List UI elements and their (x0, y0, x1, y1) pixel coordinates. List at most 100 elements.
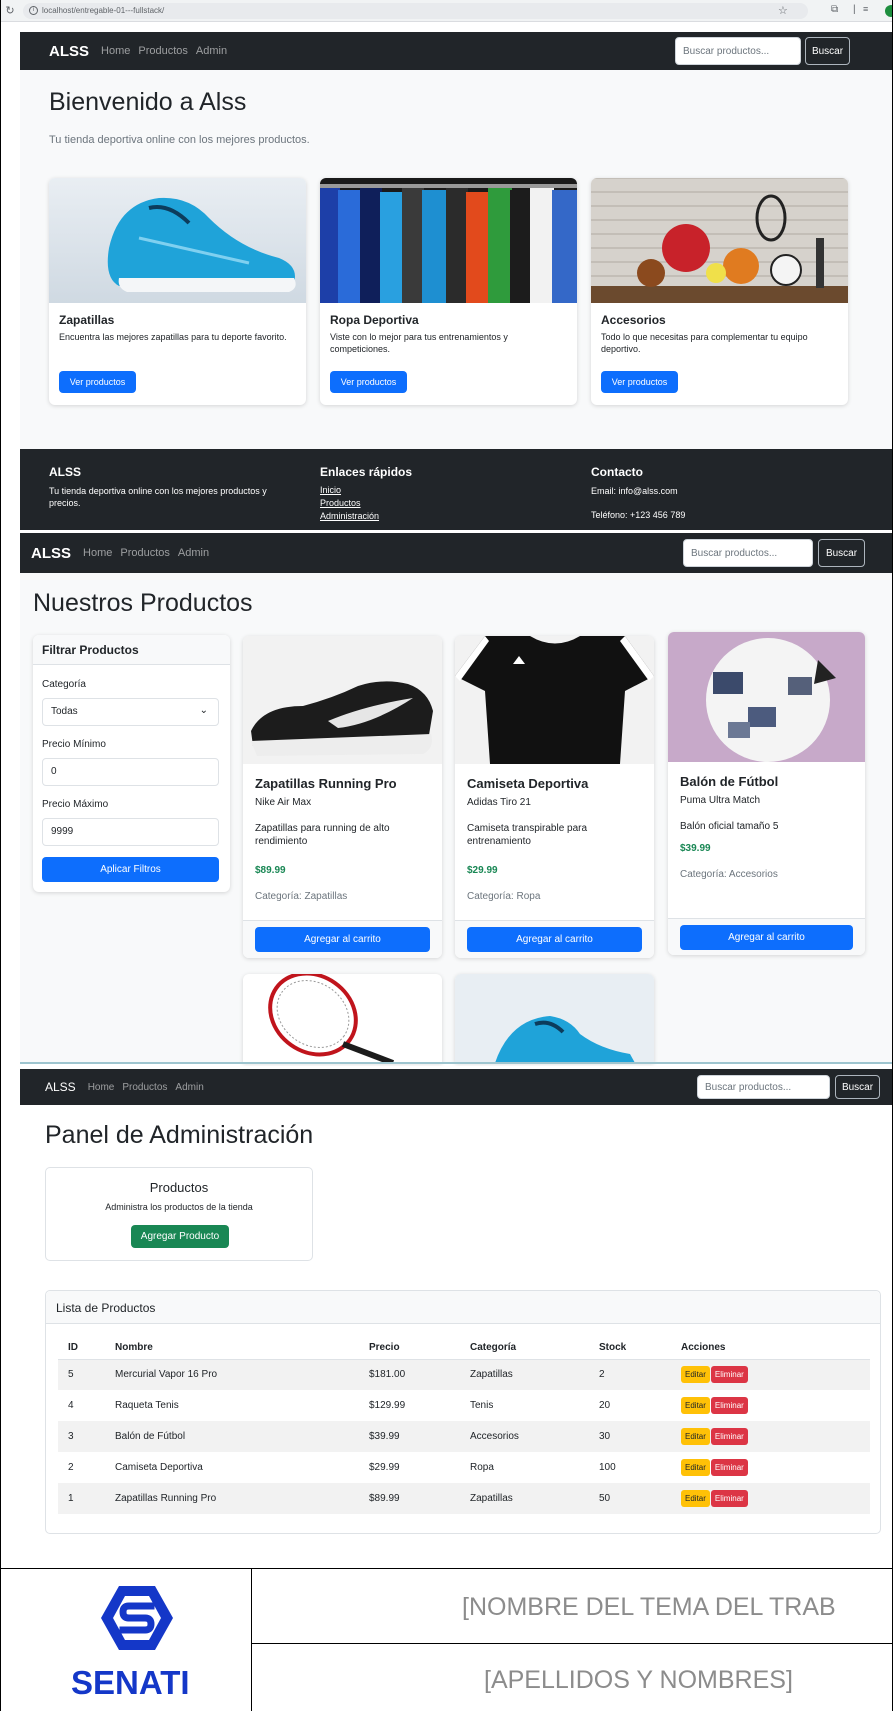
footer-link-administracion[interactable]: Administración (320, 511, 379, 521)
category-label: Categoría (42, 679, 86, 690)
profile-avatar[interactable] (885, 5, 892, 17)
table-row: 3 Balón de Fútbol $39.99 Accesorios 30 E… (58, 1421, 870, 1452)
nav-link-admin[interactable]: Admin (178, 547, 209, 559)
nav-link-productos[interactable]: Productos (138, 45, 188, 57)
product-card: Camiseta Deportiva Adidas Tiro 21 Camise… (455, 636, 654, 958)
navbar-brand[interactable]: ALSS (49, 43, 89, 60)
delete-button[interactable]: Eliminar (710, 1397, 748, 1414)
add-to-cart-button[interactable]: Agregar al carrito (680, 925, 853, 950)
card-text: Todo lo que necesitas para complementar … (601, 332, 808, 354)
edit-button[interactable]: Editar (681, 1397, 710, 1414)
section-divider (20, 1062, 892, 1064)
cell-precio: $181.00 (359, 1359, 460, 1390)
apply-filters-button[interactable]: Aplicar Filtros (42, 857, 219, 882)
table-row: 4 Raqueta Tenis $129.99 Tenis 20 Editar E… (58, 1390, 870, 1421)
sports-gear-image (591, 178, 848, 303)
ver-productos-button[interactable]: Ver productos (330, 371, 407, 393)
cell-nombre: Camiseta Deportiva (115, 1462, 203, 1473)
filter-panel: Filtrar Productos Categoría Todas ⌄ Prec… (33, 635, 230, 892)
cell-acciones: Editar Eliminar (671, 1421, 870, 1452)
max-price-input[interactable]: 9999 (42, 818, 219, 846)
search-input[interactable]: Buscar productos... (675, 37, 801, 65)
col-nombre: Nombre (105, 1337, 359, 1360)
cell-stock: 30 (589, 1421, 671, 1452)
clothing-rack-image (320, 178, 577, 303)
col-stock: Stock (589, 1337, 671, 1360)
category-select[interactable]: Todas ⌄ (42, 698, 219, 726)
product-image (668, 632, 865, 762)
cell-id: 5 (58, 1359, 105, 1390)
navbar-brand[interactable]: ALSS (45, 1080, 76, 1094)
delete-button[interactable]: Eliminar (710, 1366, 748, 1384)
nav-link-admin[interactable]: Admin (175, 1082, 203, 1093)
add-to-cart-button[interactable]: Agregar al carrito (467, 927, 642, 952)
footer-phone: Teléfono: +123 456 789 (591, 510, 686, 520)
footer-link-inicio[interactable]: Inicio (320, 485, 341, 495)
table-header-row: ID Nombre Precio Categoría Stock Accione… (58, 1337, 870, 1360)
filter-title: Filtrar Productos (33, 635, 230, 665)
cell-categoria: Zapatillas (460, 1359, 589, 1390)
footer-contact-title: Contacto (591, 465, 643, 479)
col-categoria: Categoría (460, 1337, 589, 1360)
search-button[interactable]: Buscar (818, 539, 865, 567)
search-input[interactable]: Buscar productos... (683, 539, 813, 567)
add-product-button[interactable]: Agregar Producto (131, 1225, 229, 1248)
edit-button[interactable]: Editar (681, 1366, 710, 1384)
search-button[interactable]: Buscar (835, 1075, 880, 1099)
product-description: Zapatillas para running de alto rendimie… (255, 823, 390, 847)
footer-brand-text: Tu tienda deportiva online con los mejor… (49, 486, 267, 508)
cell-categoria: Ropa (470, 1462, 494, 1473)
cell-id: 2 (68, 1462, 74, 1473)
delete-button[interactable]: Eliminar (710, 1490, 748, 1507)
card-title: Ropa Deportiva (330, 313, 419, 327)
nav-link-productos[interactable]: Productos (122, 1082, 167, 1093)
media-icon[interactable]: ≡ (863, 4, 868, 14)
ver-productos-button[interactable]: Ver productos (59, 371, 136, 393)
browser-toolbar: ↻ i localhost/entregable-01---fullstack/… (1, 0, 892, 22)
search-button[interactable]: Buscar (805, 37, 850, 65)
col-precio: Precio (359, 1337, 460, 1360)
edit-button[interactable]: Editar (681, 1459, 710, 1476)
product-description: Balón oficial tamaño 5 (680, 821, 779, 832)
ver-productos-button[interactable]: Ver productos (601, 371, 678, 393)
extensions-icon[interactable]: ⧉ (831, 4, 838, 15)
cell-precio: $39.99 (359, 1421, 460, 1452)
stat-card-text: Administra los productos de la tienda (105, 1202, 253, 1212)
tennis-racket-image (268, 974, 395, 1063)
senati-logo-text: SENATI (71, 1664, 190, 1701)
reload-icon[interactable]: ↻ (1, 4, 19, 17)
cell-stock: 100 (599, 1462, 616, 1473)
stat-card-title: Productos (149, 1180, 209, 1195)
document-footer: SENATI [NOMBRE DEL TEMA DEL TRAB [APELLI… (1, 1568, 892, 1711)
edit-button[interactable]: Editar (681, 1490, 710, 1507)
bookmark-star-icon[interactable]: ☆ (778, 4, 788, 17)
site-info-icon[interactable]: i (29, 6, 38, 15)
cell-acciones: Editar Eliminar (671, 1359, 870, 1390)
document-frame: ↻ i localhost/entregable-01---fullstack/… (0, 0, 893, 1711)
add-to-cart-button[interactable]: Agregar al carrito (255, 927, 430, 952)
table-row: 1 Zapatillas Running Pro $89.99 Zapatill… (58, 1483, 870, 1514)
address-bar[interactable]: i localhost/entregable-01---fullstack/ (23, 2, 808, 19)
product-category: Categoría: Accesorios (680, 869, 778, 880)
delete-button[interactable]: Eliminar (710, 1428, 748, 1445)
nav-link-admin[interactable]: Admin (196, 45, 227, 57)
category-card-accesorios: Accesorios Todo lo que necesitas para co… (591, 178, 848, 405)
card-text: Viste con lo mejor para tus entrenamient… (330, 332, 508, 354)
navbar-brand[interactable]: ALSS (31, 545, 71, 562)
cell-acciones: Editar Eliminar (671, 1483, 870, 1514)
product-description: Camiseta transpirable para entrenamiento (467, 823, 588, 847)
nav-link-home[interactable]: Home (88, 1082, 115, 1093)
search-input[interactable]: Buscar productos... (697, 1075, 830, 1099)
table-card-title: Lista de Productos (46, 1291, 880, 1324)
nav-link-productos[interactable]: Productos (120, 547, 170, 559)
product-category: Categoría: Zapatillas (255, 891, 348, 902)
delete-button[interactable]: Eliminar (710, 1459, 748, 1476)
product-card: Balón de Fútbol Puma Ultra Match Balón o… (668, 632, 865, 955)
product-brand: Nike Air Max (255, 797, 312, 808)
edit-button[interactable]: Editar (681, 1428, 710, 1445)
product-price: $89.99 (255, 865, 286, 876)
nav-link-home[interactable]: Home (101, 45, 130, 57)
footer-link-productos[interactable]: Productos (320, 498, 361, 508)
min-price-input[interactable]: 0 (42, 758, 219, 786)
nav-link-home[interactable]: Home (83, 547, 112, 559)
